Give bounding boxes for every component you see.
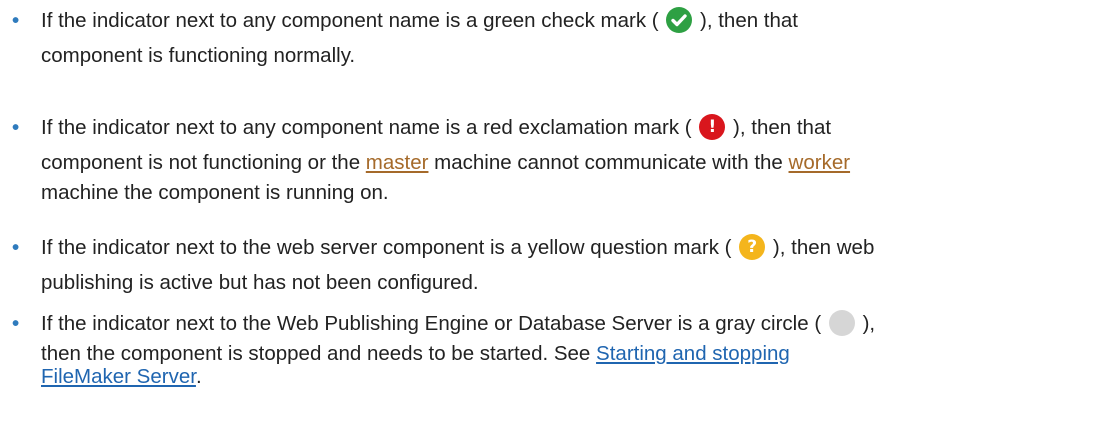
- gray-circle-icon: [828, 310, 855, 336]
- master-link[interactable]: master: [366, 151, 429, 174]
- bullet: •: [12, 116, 20, 139]
- line: If the indicator next to the web server …: [41, 234, 875, 260]
- bullet: •: [12, 312, 20, 335]
- starting-stopping-link[interactable]: Starting and stopping: [596, 342, 790, 365]
- red-exclamation-icon: !: [699, 114, 726, 140]
- line: publishing is active but has not been co…: [41, 271, 479, 294]
- list-item-green-check: • If the indicator next to any component…: [12, 3, 1101, 73]
- line: If the indicator next to any component n…: [41, 7, 799, 33]
- bullet: •: [12, 9, 20, 32]
- bullet: •: [12, 236, 20, 259]
- list-item-gray-circle: • If the indicator next to the Web Publi…: [12, 306, 1101, 394]
- line: If the indicator next to any component n…: [41, 114, 832, 140]
- yellow-question-icon: ?: [739, 234, 766, 260]
- filemaker-server-link[interactable]: FileMaker Server: [41, 365, 196, 388]
- list-item-yellow-question: • If the indicator next to the web serve…: [12, 230, 1101, 300]
- list-item-red-exclamation: • If the indicator next to any component…: [12, 110, 1101, 210]
- worker-link[interactable]: worker: [789, 151, 851, 174]
- line: machine the component is running on.: [41, 181, 389, 204]
- line: component is functioning normally.: [41, 44, 356, 67]
- green-check-icon: [666, 7, 693, 33]
